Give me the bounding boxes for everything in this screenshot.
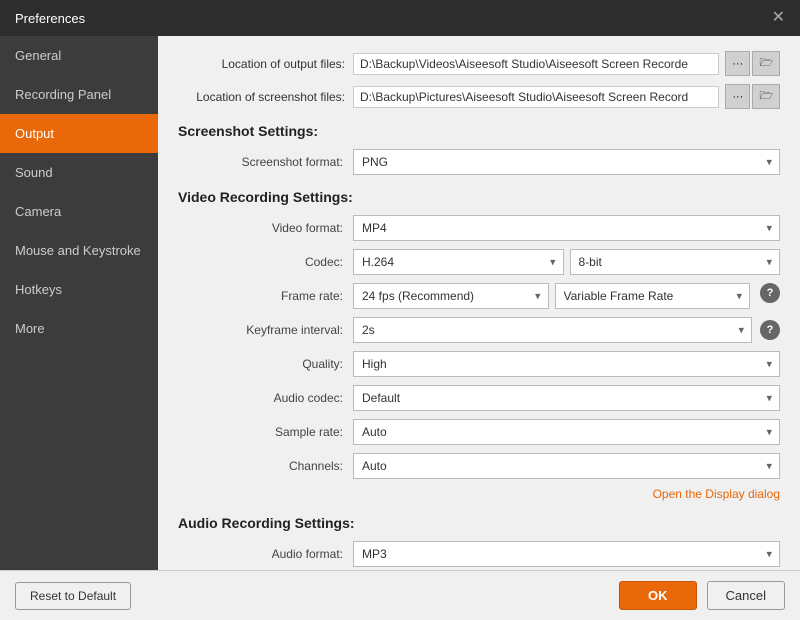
sidebar-item-output[interactable]: Output [0,114,158,153]
audio-codec-select[interactable]: Default AAC [353,385,780,411]
title-bar: Preferences ✕ [0,0,800,36]
sample-rate-row: Sample rate: Auto 44100 Hz 48000 Hz [178,419,780,445]
screenshot-format-row: Screenshot format: PNG JPG BMP [178,149,780,175]
screenshot-location-btn-group: ··· 🗁 [723,84,780,109]
frame-rate-select-wrapper: 24 fps (Recommend) 30 fps 60 fps [353,283,549,309]
frame-rate-double-select: 24 fps (Recommend) 30 fps 60 fps Variabl… [353,283,780,309]
window-title: Preferences [15,11,85,26]
codec2-select[interactable]: 8-bit 10-bit [570,249,781,275]
close-button[interactable]: ✕ [772,10,785,26]
audio-format-control: MP3 AAC WAV [353,541,780,567]
sidebar: General Recording Panel Output Sound Cam… [0,36,158,570]
sidebar-item-general[interactable]: General [0,36,158,75]
sidebar-item-sound[interactable]: Sound [0,153,158,192]
codec2-select-wrapper: 8-bit 10-bit [570,249,781,275]
sample-rate-select-wrapper: Auto 44100 Hz 48000 Hz [353,419,780,445]
codec-select-wrapper: H.264 H.265 [353,249,564,275]
screenshot-format-control: PNG JPG BMP [353,149,780,175]
main-panel: Location of output files: D:\Backup\Vide… [158,36,800,570]
video-format-select[interactable]: MP4 AVI MOV [353,215,780,241]
screenshot-section-title: Screenshot Settings: [178,123,780,139]
frame-rate-row: Frame rate: 24 fps (Recommend) 30 fps 60… [178,283,780,309]
frame-rate-help-button[interactable]: ? [760,283,780,303]
channels-control: Auto Mono Stereo [353,453,780,479]
output-location-value: D:\Backup\Videos\Aiseesoft Studio\Aisees… [353,53,719,75]
output-location-label: Location of output files: [178,57,353,71]
keyframe-select-wrapper: 2s 3s 5s [353,317,752,343]
video-format-label: Video format: [178,221,353,235]
output-folder-button[interactable]: 🗁 [752,51,780,76]
frame-rate2-select-wrapper: Variable Frame Rate Constant Frame Rate [555,283,751,309]
open-display-link[interactable]: Open the Display dialog [178,487,780,501]
sample-rate-label: Sample rate: [178,425,353,439]
sidebar-item-camera[interactable]: Camera [0,192,158,231]
audio-section-title: Audio Recording Settings: [178,515,780,531]
audio-format-select-wrapper: MP3 AAC WAV [353,541,780,567]
codec-double-select: H.264 H.265 8-bit 10-bit [353,249,780,275]
footer-right: OK Cancel [619,581,785,610]
audio-format-label: Audio format: [178,547,353,561]
quality-label: Quality: [178,357,353,371]
video-format-row: Video format: MP4 AVI MOV [178,215,780,241]
channels-select[interactable]: Auto Mono Stereo [353,453,780,479]
channels-select-wrapper: Auto Mono Stereo [353,453,780,479]
sample-rate-control: Auto 44100 Hz 48000 Hz [353,419,780,445]
keyframe-control: 2s 3s 5s ? [353,317,780,343]
video-section-title: Video Recording Settings: [178,189,780,205]
audio-codec-control: Default AAC [353,385,780,411]
frame-rate-label: Frame rate: [178,289,353,303]
output-location-btn-group: ··· 🗁 [723,51,780,76]
quality-control: High Medium Low [353,351,780,377]
footer: Reset to Default OK Cancel [0,570,800,620]
sidebar-item-recording-panel[interactable]: Recording Panel [0,75,158,114]
output-dots-button[interactable]: ··· [725,51,750,76]
screenshot-folder-button[interactable]: 🗁 [752,84,780,109]
screenshot-format-select[interactable]: PNG JPG BMP [353,149,780,175]
quality-row: Quality: High Medium Low [178,351,780,377]
audio-codec-label: Audio codec: [178,391,353,405]
sidebar-item-hotkeys[interactable]: Hotkeys [0,270,158,309]
screenshot-location-label: Location of screenshot files: [178,90,353,104]
output-location-row: Location of output files: D:\Backup\Vide… [178,51,780,76]
sample-rate-select[interactable]: Auto 44100 Hz 48000 Hz [353,419,780,445]
channels-label: Channels: [178,459,353,473]
quality-select-wrapper: High Medium Low [353,351,780,377]
sidebar-item-more[interactable]: More [0,309,158,348]
keyframe-row: Keyframe interval: 2s 3s 5s ? [178,317,780,343]
ok-button[interactable]: OK [619,581,697,610]
frame-rate2-select[interactable]: Variable Frame Rate Constant Frame Rate [555,283,751,309]
codec-label: Codec: [178,255,353,269]
screenshot-format-select-wrapper: PNG JPG BMP [353,149,780,175]
channels-row: Channels: Auto Mono Stereo [178,453,780,479]
screenshot-location-value: D:\Backup\Pictures\Aiseesoft Studio\Aise… [353,86,719,108]
video-format-control: MP4 AVI MOV [353,215,780,241]
codec-row: Codec: H.264 H.265 8-bit 10-bit [178,249,780,275]
screenshot-location-row: Location of screenshot files: D:\Backup\… [178,84,780,109]
cancel-button[interactable]: Cancel [707,581,785,610]
frame-rate-select[interactable]: 24 fps (Recommend) 30 fps 60 fps [353,283,549,309]
audio-codec-select-wrapper: Default AAC [353,385,780,411]
keyframe-label: Keyframe interval: [178,323,353,337]
quality-select[interactable]: High Medium Low [353,351,780,377]
audio-format-row: Audio format: MP3 AAC WAV [178,541,780,567]
keyframe-select[interactable]: 2s 3s 5s [353,317,752,343]
screenshot-dots-button[interactable]: ··· [725,84,750,109]
keyframe-help-button[interactable]: ? [760,320,780,340]
audio-codec-row: Audio codec: Default AAC [178,385,780,411]
reset-button[interactable]: Reset to Default [15,582,131,610]
sidebar-item-mouse-keystroke[interactable]: Mouse and Keystroke [0,231,158,270]
codec-select[interactable]: H.264 H.265 [353,249,564,275]
audio-format-select[interactable]: MP3 AAC WAV [353,541,780,567]
video-format-select-wrapper: MP4 AVI MOV [353,215,780,241]
screenshot-format-label: Screenshot format: [178,155,353,169]
